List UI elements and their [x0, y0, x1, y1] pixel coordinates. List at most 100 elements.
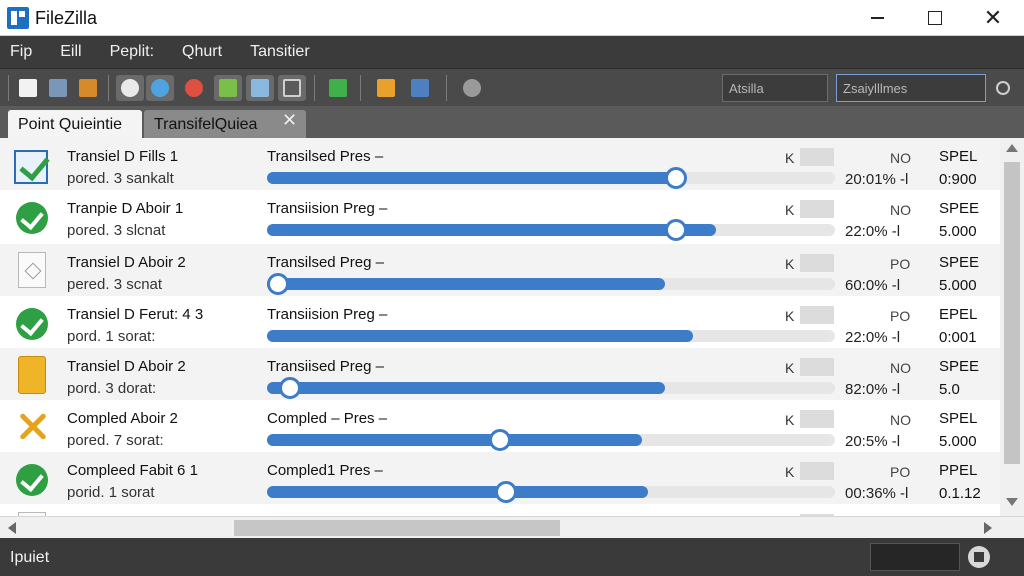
obscured-value	[800, 358, 834, 376]
folder-button[interactable]	[74, 75, 102, 101]
quickconnect-icon[interactable]	[996, 81, 1010, 95]
file-name: Transiel D Ferut: 4 3	[67, 306, 204, 323]
menu-item-transfer[interactable]: Qhurt	[182, 43, 222, 61]
progress-knob[interactable]	[665, 167, 687, 189]
toolbar-separator	[8, 75, 9, 101]
progress-bar	[267, 273, 835, 295]
progress-bar	[267, 330, 835, 342]
percent-value: 82:0% -l	[845, 381, 901, 398]
vertical-scrollbar[interactable]	[1000, 138, 1024, 516]
progress-knob[interactable]	[489, 429, 511, 451]
transfer-status: Transilsed Preg –	[267, 254, 384, 271]
scroll-down-icon[interactable]	[1006, 498, 1018, 506]
folder-icon	[79, 79, 97, 97]
new-file-button[interactable]	[14, 75, 42, 101]
percent-value: 22:0% -l	[845, 329, 901, 346]
host-field[interactable]: Atsilla	[722, 74, 828, 102]
speed-value: 0:001	[939, 329, 977, 346]
status-box	[870, 543, 960, 571]
column-b-value: NO	[890, 150, 911, 166]
scroll-up-icon[interactable]	[1006, 144, 1018, 152]
document-icon	[18, 252, 46, 288]
transfer-row[interactable]: Compleed Fabit 6 1 porid. 1 sorat Compled1…	[0, 452, 1000, 504]
menu-bar: Fip Eill Peplit: Qhurt Tansitier	[0, 36, 1024, 68]
speed-value: 5.000	[939, 433, 977, 450]
toolbar-separator	[108, 75, 109, 101]
progress-bar	[267, 167, 835, 189]
trash-button[interactable]	[44, 75, 72, 101]
status-bar: Ipuiet	[0, 538, 1024, 576]
column-k-value: K	[785, 360, 795, 376]
file-name: Transiel D Aboir 2	[67, 358, 186, 375]
check-circle-icon	[16, 464, 48, 496]
transfer-row[interactable]: Tranpie D Aboir 1 pored. 3 slcnat Transiis…	[0, 190, 1000, 242]
minimize-button[interactable]	[848, 0, 906, 36]
disconnect-button[interactable]	[278, 75, 306, 101]
scroll-right-icon[interactable]	[984, 522, 992, 534]
menu-item-edit[interactable]: Eill	[60, 43, 81, 61]
progress-knob[interactable]	[267, 273, 289, 295]
new-file-icon	[19, 79, 37, 97]
transfer-row[interactable]: Transiel D Aboir 2 pord. 3 dorat: Transiis…	[0, 348, 1000, 400]
progress-knob[interactable]	[279, 377, 301, 399]
filter-button[interactable]	[246, 75, 274, 101]
compare-icon	[185, 79, 203, 97]
settings-button[interactable]	[458, 75, 486, 101]
progress-knob[interactable]	[495, 481, 517, 503]
progress-bar	[267, 377, 835, 399]
horizontal-scroll-thumb[interactable]	[234, 520, 560, 536]
toolbar-separator	[446, 75, 447, 101]
menu-item-view[interactable]: Peplit:	[110, 43, 154, 61]
file-details: pored. 3 sankalt	[67, 170, 174, 187]
refresh-button[interactable]	[214, 75, 242, 101]
gear-icon	[463, 79, 481, 97]
transfer-row[interactable]: Compled Aboir 2 pored. 7 sorat: Compled – …	[0, 400, 1000, 452]
menu-item-file[interactable]: Fip	[10, 43, 32, 61]
transfer-row[interactable]: Takbin Eniunn 7Complred Pres –K61.1%0:4E…	[0, 504, 1000, 516]
progress-fill	[267, 382, 665, 394]
file-name: Compleed Fabit 6 1	[67, 462, 198, 479]
column-b-value: PO	[890, 308, 911, 324]
queue-button[interactable]	[324, 75, 352, 101]
progress-knob[interactable]	[665, 219, 687, 241]
obscured-value	[800, 254, 834, 272]
obscured-value	[800, 306, 834, 324]
column-b-value: NO	[890, 360, 911, 376]
filter-icon	[251, 79, 269, 97]
transfer-button[interactable]	[406, 75, 434, 101]
speed-label: SPEE	[939, 254, 980, 271]
obscured-value	[800, 410, 834, 428]
speed-label: SPEE	[939, 200, 980, 217]
compare-button[interactable]	[180, 75, 208, 101]
tab-close-icon[interactable]: ✕	[282, 110, 297, 131]
sync-button[interactable]	[146, 75, 174, 101]
toolbar-separator	[314, 75, 315, 101]
percent-value: 20:5% -l	[845, 433, 901, 450]
transfer-row[interactable]: Transiel D Fills 1 pored. 3 sankalt Transi…	[0, 138, 1000, 190]
disk-icon[interactable]	[968, 546, 990, 568]
column-k-value: K	[785, 202, 795, 218]
lock-button[interactable]	[116, 75, 144, 101]
package-button[interactable]	[372, 75, 400, 101]
maximize-button[interactable]	[906, 0, 964, 36]
vertical-scroll-thumb[interactable]	[1004, 162, 1020, 464]
username-field[interactable]: Zsaiylllmes	[836, 74, 986, 102]
tab-point-queue[interactable]: Point Quieintie	[8, 110, 142, 138]
column-k-value: K	[785, 464, 795, 480]
scroll-left-icon[interactable]	[8, 522, 16, 534]
speed-label: SPEE	[939, 358, 980, 375]
window-title: FileZilla	[35, 8, 98, 28]
checkbox-check-icon	[14, 150, 48, 184]
file-details: porid. 1 sorat	[67, 484, 155, 501]
percent-value: 20:01% -l	[845, 171, 909, 188]
file-name: Compled Aboir 2	[67, 410, 178, 427]
menu-item-server[interactable]: Tansitier	[250, 43, 310, 61]
horizontal-scrollbar[interactable]	[0, 516, 1024, 538]
transfer-row[interactable]: Transiel D Aboir 2 pered. 3 scnat Transils…	[0, 244, 1000, 296]
trash-icon	[49, 79, 67, 97]
transfer-row[interactable]: Transiel D Ferut: 4 3 pord. 1 sorat: Trans…	[0, 296, 1000, 348]
maximize-icon	[928, 11, 942, 25]
column-b-value: PO	[890, 256, 911, 272]
column-b-value: PO	[890, 464, 911, 480]
close-button[interactable]: ✕	[964, 0, 1022, 36]
